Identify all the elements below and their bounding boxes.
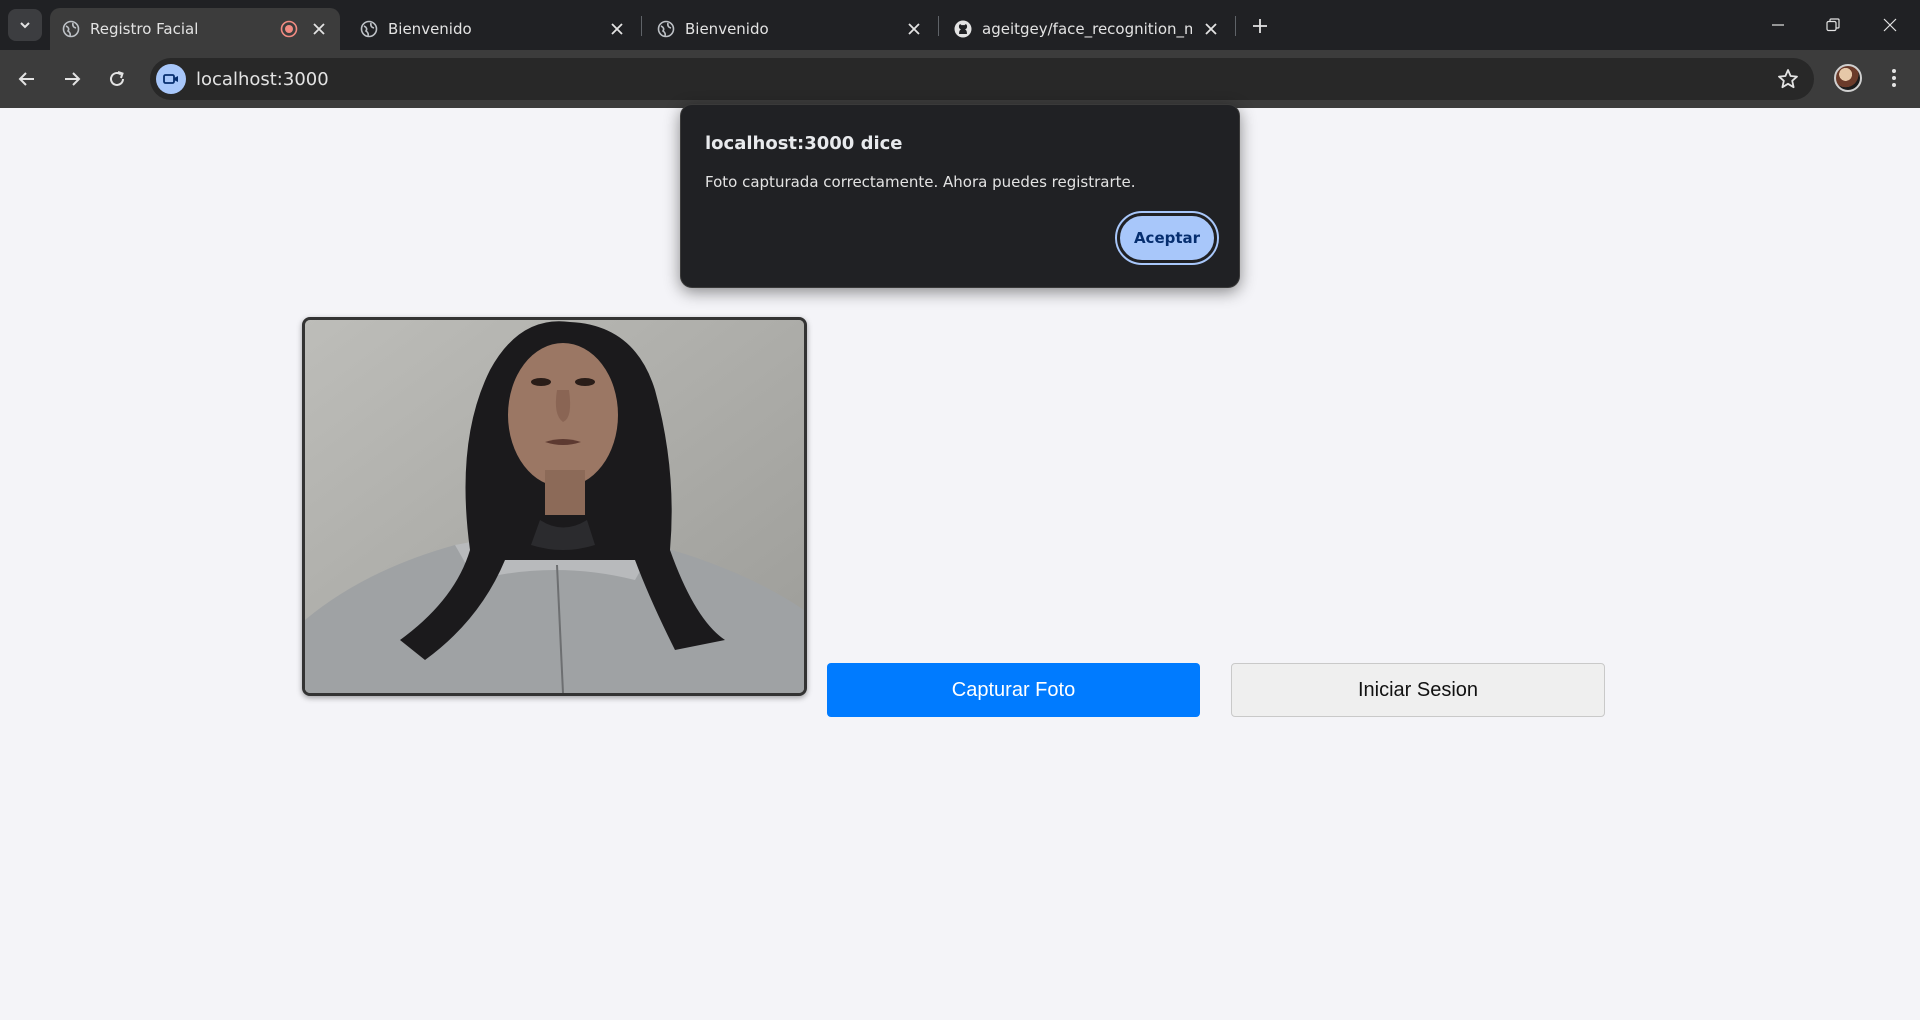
new-tab-button[interactable] [1246,12,1274,40]
forward-button[interactable] [55,62,89,96]
tab-search-button[interactable] [8,9,42,41]
tab-title: ageitgey/face_recognition_mod [982,20,1192,38]
plus-icon [1253,19,1267,33]
chevron-down-icon [20,22,30,29]
browser-menu-button[interactable] [1880,64,1908,92]
tab-strip: Registro Facial Bienvenido Bienvenido ag… [0,0,1920,50]
restore-button[interactable] [1818,10,1848,40]
arrow-left-icon [18,72,34,86]
camera-icon [163,74,178,84]
tab-github[interactable]: ageitgey/face_recognition_mod [942,8,1232,50]
github-icon [954,20,972,38]
profile-avatar[interactable] [1834,64,1862,92]
close-window-button[interactable] [1875,10,1905,40]
star-icon[interactable] [1776,67,1800,91]
address-bar[interactable]: localhost:3000 [150,58,1814,100]
minimize-button[interactable] [1763,10,1793,40]
restore-icon [1826,18,1840,32]
globe-icon [657,20,675,38]
alert-dialog: localhost:3000 dice Foto capturada corre… [680,104,1240,288]
close-icon [908,23,920,35]
back-button[interactable] [10,62,44,96]
webcam-video [302,317,807,696]
tab-title: Bienvenido [388,20,472,38]
tab-close-button[interactable] [904,19,924,39]
minimize-icon [1772,24,1784,26]
tab-registro-facial[interactable]: Registro Facial [50,8,340,50]
tab-close-button[interactable] [1201,19,1221,39]
tab-separator [1235,16,1236,36]
webcam-frame [305,320,804,693]
close-icon [313,23,325,35]
tab-close-button[interactable] [309,19,329,39]
globe-icon [62,20,80,38]
tab-separator [641,16,642,36]
tab-separator [938,16,939,36]
login-button[interactable]: Iniciar Sesion [1231,663,1605,717]
url-text: localhost:3000 [196,69,329,90]
more-vertical-icon [1892,69,1896,87]
reload-icon [110,71,124,86]
tab-bienvenido-2[interactable]: Bienvenido [645,8,935,50]
accept-button[interactable]: Aceptar [1115,211,1219,265]
arrow-right-icon [65,72,81,86]
close-icon [611,23,623,35]
browser-toolbar: localhost:3000 [0,50,1920,108]
reload-button[interactable] [100,62,134,96]
tab-title: Bienvenido [685,20,769,38]
tab-bienvenido-1[interactable]: Bienvenido [348,8,638,50]
tab-close-button[interactable] [607,19,627,39]
dialog-title: localhost:3000 dice [705,133,903,154]
globe-icon [360,20,378,38]
close-icon [1205,23,1217,35]
recording-icon [280,20,298,38]
dialog-message: Foto capturada correctamente. Ahora pued… [705,173,1136,191]
site-info-button[interactable] [156,64,186,94]
capture-photo-button[interactable]: Capturar Foto [827,663,1200,717]
tab-title: Registro Facial [90,20,199,38]
close-icon [1883,18,1897,32]
